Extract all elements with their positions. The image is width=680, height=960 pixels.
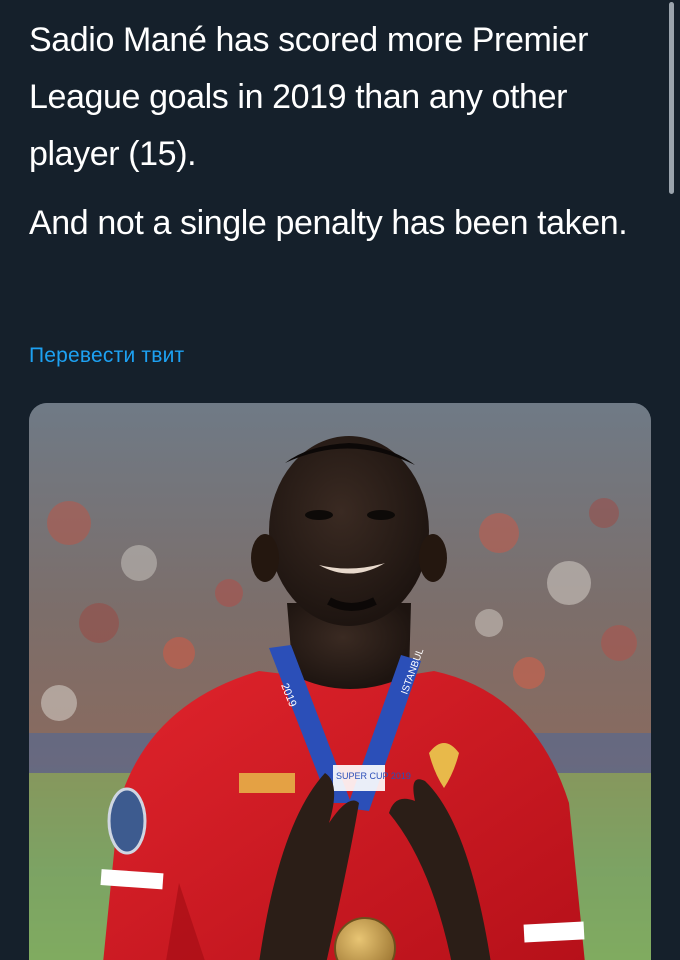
tweet-text-paragraph-1: Sadio Mané has scored more Premier Leagu… [29,21,588,173]
player-head [269,436,429,626]
tweet-body: Sadio Mané has scored more Premier Leagu… [29,12,649,252]
kit-sponsor-logo [239,773,295,793]
scrollbar-thumb[interactable] [669,2,674,194]
tweet-text-paragraph-2: And not a single penalty has been taken. [29,204,628,242]
player-photo: 2019 ISTANBUL SUPER CUP 2019 [29,403,651,960]
svg-text:SUPER CUP 2019: SUPER CUP 2019 [336,771,411,781]
tweet-media-photo[interactable]: 2019 ISTANBUL SUPER CUP 2019 [29,403,651,960]
translate-tweet-link[interactable]: Перевести твит [29,344,184,368]
league-sleeve-badge [107,787,147,855]
